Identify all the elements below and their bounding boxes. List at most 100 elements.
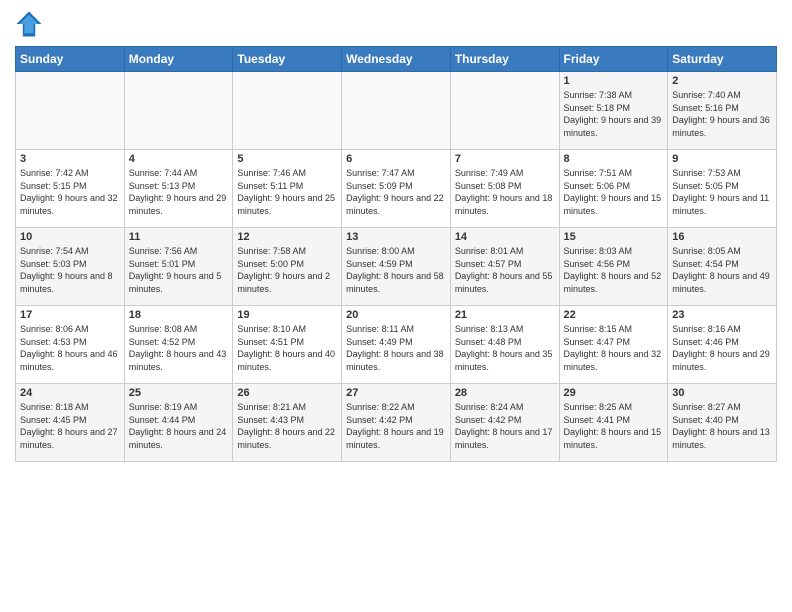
calendar-cell: 22Sunrise: 8:15 AM Sunset: 4:47 PM Dayli… <box>559 306 668 384</box>
calendar-cell: 30 Sunrise: 8:27 AM Sunset: 4:40 PM Dayli… <box>668 384 777 462</box>
calendar-cell: 4Sunrise: 7:44 AM Sunset: 5:13 PM Daylig… <box>124 150 233 228</box>
day-info: Sunrise: 7:40 AM Sunset: 5:16 PM Dayligh… <box>672 89 772 139</box>
calendar-cell <box>16 72 125 150</box>
weekday-header: Friday <box>559 47 668 72</box>
calendar-cell: 23Sunrise: 8:16 AM Sunset: 4:46 PM Dayli… <box>668 306 777 384</box>
day-number: 19 <box>237 309 337 321</box>
calendar-week-row: 17 Sunrise: 8:06 AM Sunset: 4:53 PM Dayli… <box>16 306 777 384</box>
day-info: Sunrise: 7:51 AM Sunset: 5:06 PM Dayligh… <box>564 167 664 217</box>
day-info: Sunrise: 7:58 AM Sunset: 5:00 PM Dayligh… <box>237 245 337 295</box>
day-number: 21 <box>455 309 555 321</box>
calendar-cell <box>233 72 342 150</box>
calendar-cell <box>342 72 451 150</box>
calendar-cell: 18 Sunrise: 8:08 AM Sunset: 4:52 PM Dayli… <box>124 306 233 384</box>
day-info: Sunrise: 7:47 AM Sunset: 5:09 PM Dayligh… <box>346 167 446 217</box>
day-number: 24 <box>20 387 120 399</box>
calendar-cell <box>124 72 233 150</box>
logo <box>15 10 47 38</box>
weekday-header: Sunday <box>16 47 125 72</box>
weekday-header: Thursday <box>450 47 559 72</box>
day-number: 20 <box>346 309 446 321</box>
day-info: Sunrise: 7:42 AM Sunset: 5:15 PM Dayligh… <box>20 167 120 217</box>
weekday-header: Monday <box>124 47 233 72</box>
calendar-cell: 1 Sunrise: 7:38 AM Sunset: 5:18 PM Daylig… <box>559 72 668 150</box>
calendar-cell: 25Sunrise: 8:19 AM Sunset: 4:44 PM Dayli… <box>124 384 233 462</box>
day-info: Sunrise: 8:10 AM Sunset: 4:51 PM Dayligh… <box>237 323 337 373</box>
calendar-cell: 26 Sunrise: 8:21 AM Sunset: 4:43 PM Dayli… <box>233 384 342 462</box>
day-number: 10 <box>20 231 120 243</box>
day-info: Sunrise: 8:01 AM Sunset: 4:57 PM Dayligh… <box>455 245 555 295</box>
calendar-cell: 24 Sunrise: 8:18 AM Sunset: 4:45 PM Dayli… <box>16 384 125 462</box>
day-info: Sunrise: 8:25 AM Sunset: 4:41 PM Dayligh… <box>564 401 664 451</box>
day-info: Sunrise: 7:44 AM Sunset: 5:13 PM Dayligh… <box>129 167 229 217</box>
weekday-header: Saturday <box>668 47 777 72</box>
day-info: Sunrise: 7:38 AM Sunset: 5:18 PM Dayligh… <box>564 89 664 139</box>
day-info: Sunrise: 8:27 AM Sunset: 4:40 PM Dayligh… <box>672 401 772 451</box>
day-info: Sunrise: 7:56 AM Sunset: 5:01 PM Dayligh… <box>129 245 229 295</box>
day-number: 3 <box>20 153 120 165</box>
day-info: Sunrise: 8:11 AM Sunset: 4:49 PM Dayligh… <box>346 323 446 373</box>
day-info: Sunrise: 8:05 AM Sunset: 4:54 PM Dayligh… <box>672 245 772 295</box>
calendar-cell: 17 Sunrise: 8:06 AM Sunset: 4:53 PM Dayli… <box>16 306 125 384</box>
calendar-cell: 7Sunrise: 7:49 AM Sunset: 5:08 PM Daylig… <box>450 150 559 228</box>
day-info: Sunrise: 7:46 AM Sunset: 5:11 PM Dayligh… <box>237 167 337 217</box>
day-info: Sunrise: 8:06 AM Sunset: 4:53 PM Dayligh… <box>20 323 120 373</box>
calendar-header: SundayMondayTuesdayWednesdayThursdayFrid… <box>16 47 777 72</box>
day-info: Sunrise: 8:03 AM Sunset: 4:56 PM Dayligh… <box>564 245 664 295</box>
day-info: Sunrise: 8:08 AM Sunset: 4:52 PM Dayligh… <box>129 323 229 373</box>
day-number: 25 <box>129 387 229 399</box>
day-number: 28 <box>455 387 555 399</box>
day-number: 16 <box>672 231 772 243</box>
day-info: Sunrise: 8:15 AM Sunset: 4:47 PM Dayligh… <box>564 323 664 373</box>
day-info: Sunrise: 8:18 AM Sunset: 4:45 PM Dayligh… <box>20 401 120 451</box>
header <box>15 10 777 38</box>
calendar-cell: 3 Sunrise: 7:42 AM Sunset: 5:15 PM Daylig… <box>16 150 125 228</box>
day-info: Sunrise: 7:53 AM Sunset: 5:05 PM Dayligh… <box>672 167 772 217</box>
calendar-cell: 28 Sunrise: 8:24 AM Sunset: 4:42 PM Dayli… <box>450 384 559 462</box>
day-number: 18 <box>129 309 229 321</box>
day-number: 9 <box>672 153 772 165</box>
calendar-cell: 20 Sunrise: 8:11 AM Sunset: 4:49 PM Dayli… <box>342 306 451 384</box>
calendar-cell: 12 Sunrise: 7:58 AM Sunset: 5:00 PM Dayli… <box>233 228 342 306</box>
calendar-cell: 16 Sunrise: 8:05 AM Sunset: 4:54 PM Dayli… <box>668 228 777 306</box>
day-info: Sunrise: 8:21 AM Sunset: 4:43 PM Dayligh… <box>237 401 337 451</box>
day-number: 15 <box>564 231 664 243</box>
day-number: 11 <box>129 231 229 243</box>
calendar-body: 1 Sunrise: 7:38 AM Sunset: 5:18 PM Daylig… <box>16 72 777 462</box>
calendar-cell: 15 Sunrise: 8:03 AM Sunset: 4:56 PM Dayli… <box>559 228 668 306</box>
calendar-cell: 8 Sunrise: 7:51 AM Sunset: 5:06 PM Daylig… <box>559 150 668 228</box>
day-number: 12 <box>237 231 337 243</box>
day-number: 5 <box>237 153 337 165</box>
day-number: 30 <box>672 387 772 399</box>
calendar-container: SundayMondayTuesdayWednesdayThursdayFrid… <box>0 0 792 472</box>
weekday-row: SundayMondayTuesdayWednesdayThursdayFrid… <box>16 47 777 72</box>
calendar-cell: 29 Sunrise: 8:25 AM Sunset: 4:41 PM Dayli… <box>559 384 668 462</box>
calendar-cell: 27 Sunrise: 8:22 AM Sunset: 4:42 PM Dayli… <box>342 384 451 462</box>
day-info: Sunrise: 8:16 AM Sunset: 4:46 PM Dayligh… <box>672 323 772 373</box>
weekday-header: Tuesday <box>233 47 342 72</box>
day-number: 29 <box>564 387 664 399</box>
calendar-week-row: 3 Sunrise: 7:42 AM Sunset: 5:15 PM Daylig… <box>16 150 777 228</box>
day-number: 2 <box>672 75 772 87</box>
calendar-week-row: 1 Sunrise: 7:38 AM Sunset: 5:18 PM Daylig… <box>16 72 777 150</box>
day-info: Sunrise: 8:24 AM Sunset: 4:42 PM Dayligh… <box>455 401 555 451</box>
day-info: Sunrise: 8:22 AM Sunset: 4:42 PM Dayligh… <box>346 401 446 451</box>
calendar-week-row: 10Sunrise: 7:54 AM Sunset: 5:03 PM Dayli… <box>16 228 777 306</box>
calendar-cell: 10Sunrise: 7:54 AM Sunset: 5:03 PM Dayli… <box>16 228 125 306</box>
day-info: Sunrise: 8:13 AM Sunset: 4:48 PM Dayligh… <box>455 323 555 373</box>
calendar-week-row: 24 Sunrise: 8:18 AM Sunset: 4:45 PM Dayli… <box>16 384 777 462</box>
day-number: 1 <box>564 75 664 87</box>
day-number: 6 <box>346 153 446 165</box>
day-number: 8 <box>564 153 664 165</box>
day-number: 27 <box>346 387 446 399</box>
day-number: 26 <box>237 387 337 399</box>
calendar-cell: 14Sunrise: 8:01 AM Sunset: 4:57 PM Dayli… <box>450 228 559 306</box>
day-number: 17 <box>20 309 120 321</box>
calendar-cell: 2 Sunrise: 7:40 AM Sunset: 5:16 PM Daylig… <box>668 72 777 150</box>
calendar-cell: 19 Sunrise: 8:10 AM Sunset: 4:51 PM Dayli… <box>233 306 342 384</box>
day-number: 13 <box>346 231 446 243</box>
logo-icon <box>15 10 43 38</box>
calendar-cell: 13Sunrise: 8:00 AM Sunset: 4:59 PM Dayli… <box>342 228 451 306</box>
calendar-cell: 5 Sunrise: 7:46 AM Sunset: 5:11 PM Daylig… <box>233 150 342 228</box>
calendar-cell: 11 Sunrise: 7:56 AM Sunset: 5:01 PM Dayli… <box>124 228 233 306</box>
